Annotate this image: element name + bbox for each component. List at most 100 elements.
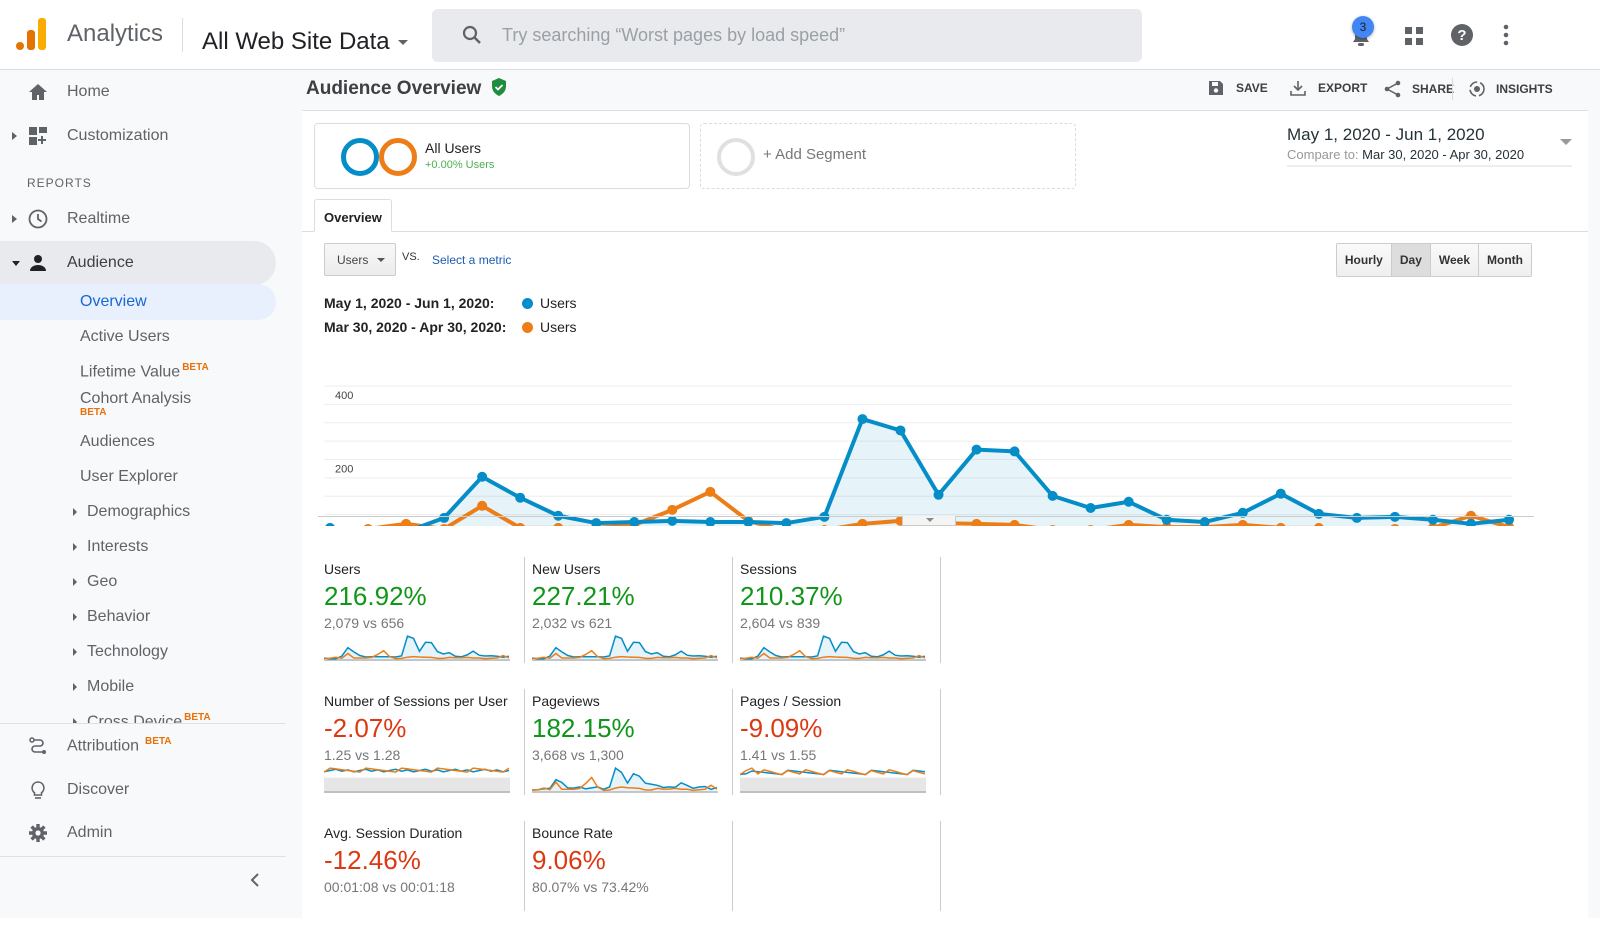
data-point	[401, 518, 412, 526]
date-range-picker[interactable]: May 1, 2020 - Jun 1, 2020 Compare to: Ma…	[1287, 125, 1572, 167]
scorecard-new-users[interactable]: New Users 227.21% 2,032 vs 621	[526, 561, 734, 667]
data-point	[364, 523, 373, 526]
sidebar-item-label: Demographics	[87, 503, 191, 520]
chart-expand-handle[interactable]	[902, 516, 956, 526]
scorecard-comparison: 2,079 vs 656	[324, 615, 405, 631]
scorecard-change: 210.37%	[740, 581, 843, 611]
sidebar-item-label: Geo	[87, 573, 118, 590]
dashboard-icon	[29, 127, 47, 145]
sidebar-item-realtime[interactable]: Realtime	[0, 197, 276, 241]
users-line-chart[interactable]: 200400...May 3May 5May 7May 9May 11May 1…	[302, 336, 1562, 526]
sparkline-fill	[324, 777, 510, 793]
sparkline	[324, 635, 510, 661]
data-point	[1465, 518, 1476, 526]
caret-down-icon	[377, 258, 385, 262]
segment-name: All Users	[425, 140, 482, 156]
scorecard-divider	[940, 557, 941, 663]
sidebar-item-home[interactable]: Home	[0, 70, 276, 114]
scorecard-change: 9.06%	[532, 845, 606, 875]
sidebar-item-label: Audience	[67, 254, 134, 271]
legend-compare: Mar 30, 2020 - Apr 30, 2020: Users	[324, 319, 577, 335]
scorecard-change: 216.92%	[324, 581, 427, 611]
data-point	[1351, 512, 1362, 523]
sidebar-item-label: Audiences	[80, 433, 155, 450]
sidebar-item-discover[interactable]: Discover	[0, 768, 276, 812]
scorecard-pageviews[interactable]: Pageviews 182.15% 3,668 vs 1,300	[526, 693, 734, 799]
scorecard-divider	[524, 557, 525, 663]
chevron-left-icon[interactable]	[249, 871, 261, 889]
insights-button[interactable]: INSIGHTS	[1468, 80, 1553, 98]
search-input[interactable]: Try searching “Worst pages by load speed…	[432, 9, 1142, 62]
sidebar-subitem-user-explorer[interactable]: User Explorer	[0, 459, 276, 495]
segment-all-users[interactable]: All Users +0.00% Users	[314, 123, 690, 189]
sparkline	[740, 635, 926, 661]
add-segment-button[interactable]: + Add Segment	[700, 123, 1076, 189]
granularity-month-button[interactable]: Month	[1479, 244, 1531, 276]
insights-label: INSIGHTS	[1496, 82, 1553, 96]
scorecard-divider	[940, 821, 941, 911]
sidebar-item-label: User Explorer	[80, 468, 178, 485]
home-icon	[29, 84, 47, 100]
sidebar-item-audience[interactable]: Audience	[0, 241, 276, 285]
scorecard-pages-session[interactable]: Pages / Session -9.09% 1.41 vs 1.55	[734, 693, 942, 799]
scorecard-divider	[524, 689, 525, 795]
sidebar-subitem-mobile[interactable]: Mobile	[0, 669, 276, 705]
beta-badge: BETA	[80, 407, 107, 418]
sidebar-item-admin[interactable]: Admin	[0, 811, 276, 855]
sidebar-subitem-audiences[interactable]: Audiences	[0, 424, 276, 460]
data-point	[1313, 508, 1324, 519]
sidebar-subitem-cohort-analysis[interactable]: Cohort Analysis BETA	[0, 384, 276, 424]
export-button[interactable]: EXPORT	[1290, 80, 1367, 96]
data-point	[667, 504, 678, 515]
sidebar-item-customization[interactable]: Customization	[0, 114, 276, 158]
property-selector[interactable]: All Web Site Data	[202, 28, 408, 56]
sidebar-item-attribution[interactable]: Attribution BETA	[0, 724, 276, 768]
scorecard-avg-session-duration[interactable]: Avg. Session Duration -12.46% 00:01:08 v…	[318, 825, 526, 931]
metric-select[interactable]: Users	[324, 243, 396, 276]
sidebar-subitem-interests[interactable]: Interests	[0, 529, 276, 565]
granularity-day-button[interactable]: Day	[1391, 244, 1431, 276]
top-bar: Analytics All Web Site Data Try searchin…	[0, 0, 1600, 70]
apps-grid-icon[interactable]	[1404, 26, 1424, 46]
more-vert-icon[interactable]	[1502, 24, 1510, 46]
sidebar-subitem-technology[interactable]: Technology	[0, 634, 276, 670]
caret-down-icon	[397, 40, 408, 46]
insights-icon	[1469, 81, 1485, 97]
expand-arrow-icon	[12, 215, 17, 223]
scorecard-number-of-sessions-per-user[interactable]: Number of Sessions per User -2.07% 1.25 …	[318, 693, 526, 799]
expand-arrow-icon	[73, 613, 77, 621]
data-point	[591, 518, 602, 526]
scorecard-name: Number of Sessions per User	[324, 693, 508, 709]
verified-shield-icon	[491, 78, 506, 96]
scorecard-users[interactable]: Users 216.92% 2,079 vs 656	[318, 561, 526, 667]
data-point	[971, 444, 982, 455]
granularity-week-button[interactable]: Week	[1430, 244, 1480, 276]
save-button[interactable]: SAVE	[1208, 80, 1268, 96]
sparkline	[740, 767, 926, 793]
report-panel: All Users +0.00% Users + Add Segment May…	[302, 110, 1588, 918]
sidebar-subitem-active-users[interactable]: Active Users	[0, 319, 276, 355]
select-metric-link[interactable]: Select a metric	[432, 253, 511, 267]
data-point	[705, 516, 716, 526]
sidebar-subitem-geo[interactable]: Geo	[0, 564, 276, 600]
scorecard-name: Users	[324, 561, 361, 577]
sidebar-subitem-demographics[interactable]: Demographics	[0, 494, 276, 530]
scorecard-sessions[interactable]: Sessions 210.37% 2,604 vs 839	[734, 561, 942, 667]
analytics-logo-icon[interactable]	[16, 18, 46, 50]
tab-overview[interactable]: Overview	[314, 199, 392, 232]
data-point	[477, 500, 488, 511]
share-button[interactable]: SHARE	[1384, 80, 1454, 98]
sparkline	[532, 897, 718, 925]
vs-label: VS.	[402, 251, 420, 263]
sidebar-subitem-cross-device[interactable]: Cross Device BETA	[0, 704, 276, 723]
granularity-hourly-button[interactable]: Hourly	[1336, 244, 1392, 276]
data-point	[477, 471, 488, 482]
sidebar-subitem-overview[interactable]: Overview	[0, 284, 276, 320]
data-point	[325, 522, 335, 526]
help-icon[interactable]: ?	[1450, 23, 1474, 47]
sidebar-item-label: Overview	[80, 293, 147, 310]
sidebar-subitem-behavior[interactable]: Behavior	[0, 599, 276, 635]
data-point	[1199, 516, 1210, 526]
scorecard-bounce-rate[interactable]: Bounce Rate 9.06% 80.07% vs 73.42%	[526, 825, 734, 931]
share-label: SHARE	[1412, 82, 1455, 96]
